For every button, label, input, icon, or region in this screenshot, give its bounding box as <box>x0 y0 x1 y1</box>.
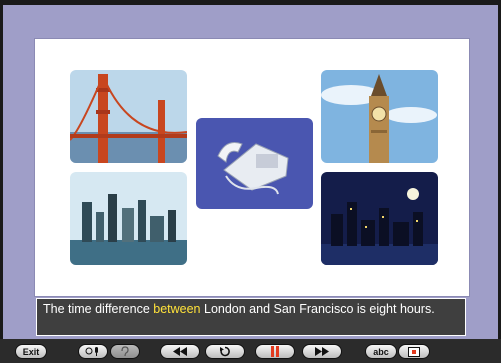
big-ben-image <box>321 70 438 163</box>
pause-button[interactable] <box>255 344 295 359</box>
fast-forward-icon <box>315 347 329 356</box>
replay-icon <box>220 346 230 357</box>
city-skyline-night-image <box>321 172 438 265</box>
replay-button[interactable] <box>205 344 245 359</box>
window-top-border <box>0 0 501 5</box>
rewind-button[interactable] <box>160 344 200 359</box>
stop-button[interactable] <box>398 344 430 359</box>
ear-icon <box>121 346 129 357</box>
rewind-icon <box>173 347 187 356</box>
record-button[interactable] <box>78 344 108 359</box>
caption-text-end: London and San Francisco is eight hours. <box>200 302 435 316</box>
caption-text-start: The time difference <box>43 302 154 316</box>
caption-highlight-word: between <box>153 302 201 316</box>
subtitles-button[interactable]: abc <box>365 344 397 359</box>
pause-icon <box>271 346 279 357</box>
city-skyline-day-image <box>70 172 187 265</box>
telephone-image <box>196 118 313 209</box>
window-left-border <box>0 0 3 363</box>
subtitle-caption: The time difference between London and S… <box>36 298 466 336</box>
exit-label: Exit <box>22 346 40 357</box>
playback-toolbar: Exit abc <box>0 339 501 363</box>
microphone-icon <box>85 347 98 356</box>
golden-gate-bridge-image <box>70 70 187 163</box>
lesson-stage <box>34 38 470 297</box>
playback-button[interactable] <box>110 344 140 359</box>
exit-button[interactable]: Exit <box>15 344 47 359</box>
fast-forward-button[interactable] <box>302 344 342 359</box>
stop-icon <box>408 346 420 357</box>
abc-icon: abc <box>373 346 389 357</box>
